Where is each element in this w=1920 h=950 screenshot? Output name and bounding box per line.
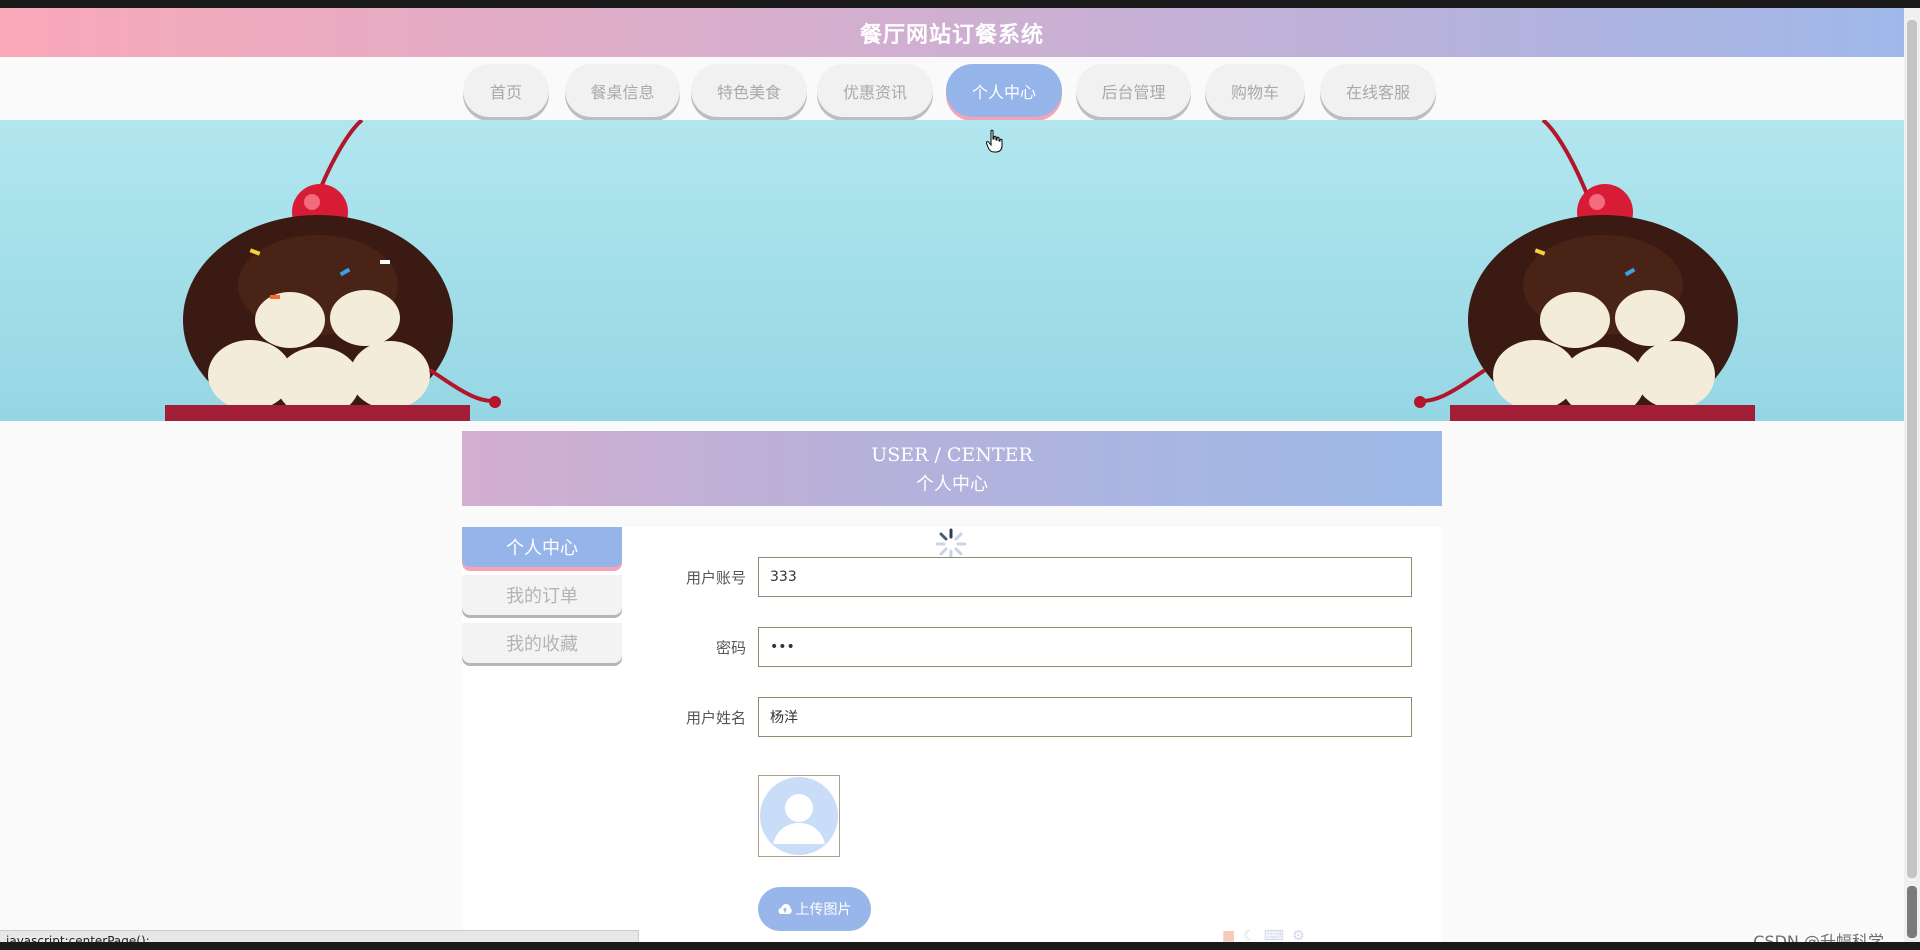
account-input[interactable] (758, 557, 1412, 597)
side-menu: 个人中心 我的订单 我的收藏 (462, 527, 622, 671)
cupcake-banner-image (165, 120, 1755, 421)
upload-image-button[interactable]: 上传图片 (758, 887, 871, 931)
ime-toolbar: ■ ☾ ⌨ ⚙ (1222, 928, 1305, 942)
password-label: 密码 (715, 638, 746, 657)
ime-gear-icon: ⚙ (1292, 928, 1305, 942)
avatar-icon (760, 777, 838, 855)
loading-spinner-icon (935, 528, 967, 560)
vertical-scrollbar[interactable] (1904, 8, 1920, 942)
scrollbar-thumb[interactable] (1907, 20, 1917, 878)
name-row: 用户姓名 (660, 697, 1412, 737)
nav-item-specialties[interactable]: 特色美食 (691, 64, 807, 117)
nav-item-promotions[interactable]: 优惠资讯 (817, 64, 933, 117)
nav-item-home[interactable]: 首页 (463, 64, 549, 117)
nav-item-cart[interactable]: 购物车 (1205, 64, 1305, 117)
side-item-my-orders[interactable]: 我的订单 (462, 575, 622, 615)
password-input[interactable] (758, 627, 1412, 667)
panel-title-en: USER / CENTER (871, 444, 1033, 466)
nav-item-admin[interactable]: 后台管理 (1076, 64, 1191, 117)
side-item-user-center[interactable]: 个人中心 (462, 527, 622, 567)
nav-item-customer-service[interactable]: 在线客服 (1320, 64, 1436, 117)
browser-viewport: 餐厅网站订餐系统 首页 餐桌信息 特色美食 优惠资讯 个人中心 后台管理 购物车… (0, 8, 1904, 942)
password-row: 密码 (660, 627, 1412, 667)
site-title: 餐厅网站订餐系统 (859, 21, 1044, 48)
watermark: CSDN @升幅科学 (1753, 932, 1884, 942)
scrollbar-bottom-handle[interactable] (1907, 886, 1917, 938)
panel-title-cn: 个人中心 (916, 474, 988, 495)
site-header: 餐厅网站订餐系统 (0, 8, 1904, 57)
avatar-preview (758, 775, 840, 857)
nav-item-tables[interactable]: 餐桌信息 (565, 64, 680, 117)
name-input[interactable] (758, 697, 1412, 737)
hero-banner (0, 120, 1904, 421)
upload-label: 上传图片 (795, 902, 852, 918)
nav-item-user-center[interactable]: 个人中心 (946, 64, 1062, 117)
hand-cursor-icon (986, 129, 1003, 153)
ime-keyboard-icon: ⌨ (1263, 928, 1285, 942)
cloud-upload-icon (778, 904, 792, 914)
status-bar-url: javascript:centerPage(); (0, 930, 639, 942)
main-nav: 首页 餐桌信息 特色美食 优惠资讯 个人中心 后台管理 购物车 在线客服 (0, 64, 1904, 124)
name-label: 用户姓名 (685, 708, 746, 727)
account-row: 用户账号 (660, 557, 1412, 597)
side-item-my-favorites[interactable]: 我的收藏 (462, 623, 622, 663)
user-center-header: USER / CENTER 个人中心 (462, 431, 1442, 506)
ime-logo-icon: ■ (1222, 928, 1236, 942)
ime-moon-icon: ☾ (1243, 928, 1256, 942)
account-label: 用户账号 (685, 568, 746, 587)
